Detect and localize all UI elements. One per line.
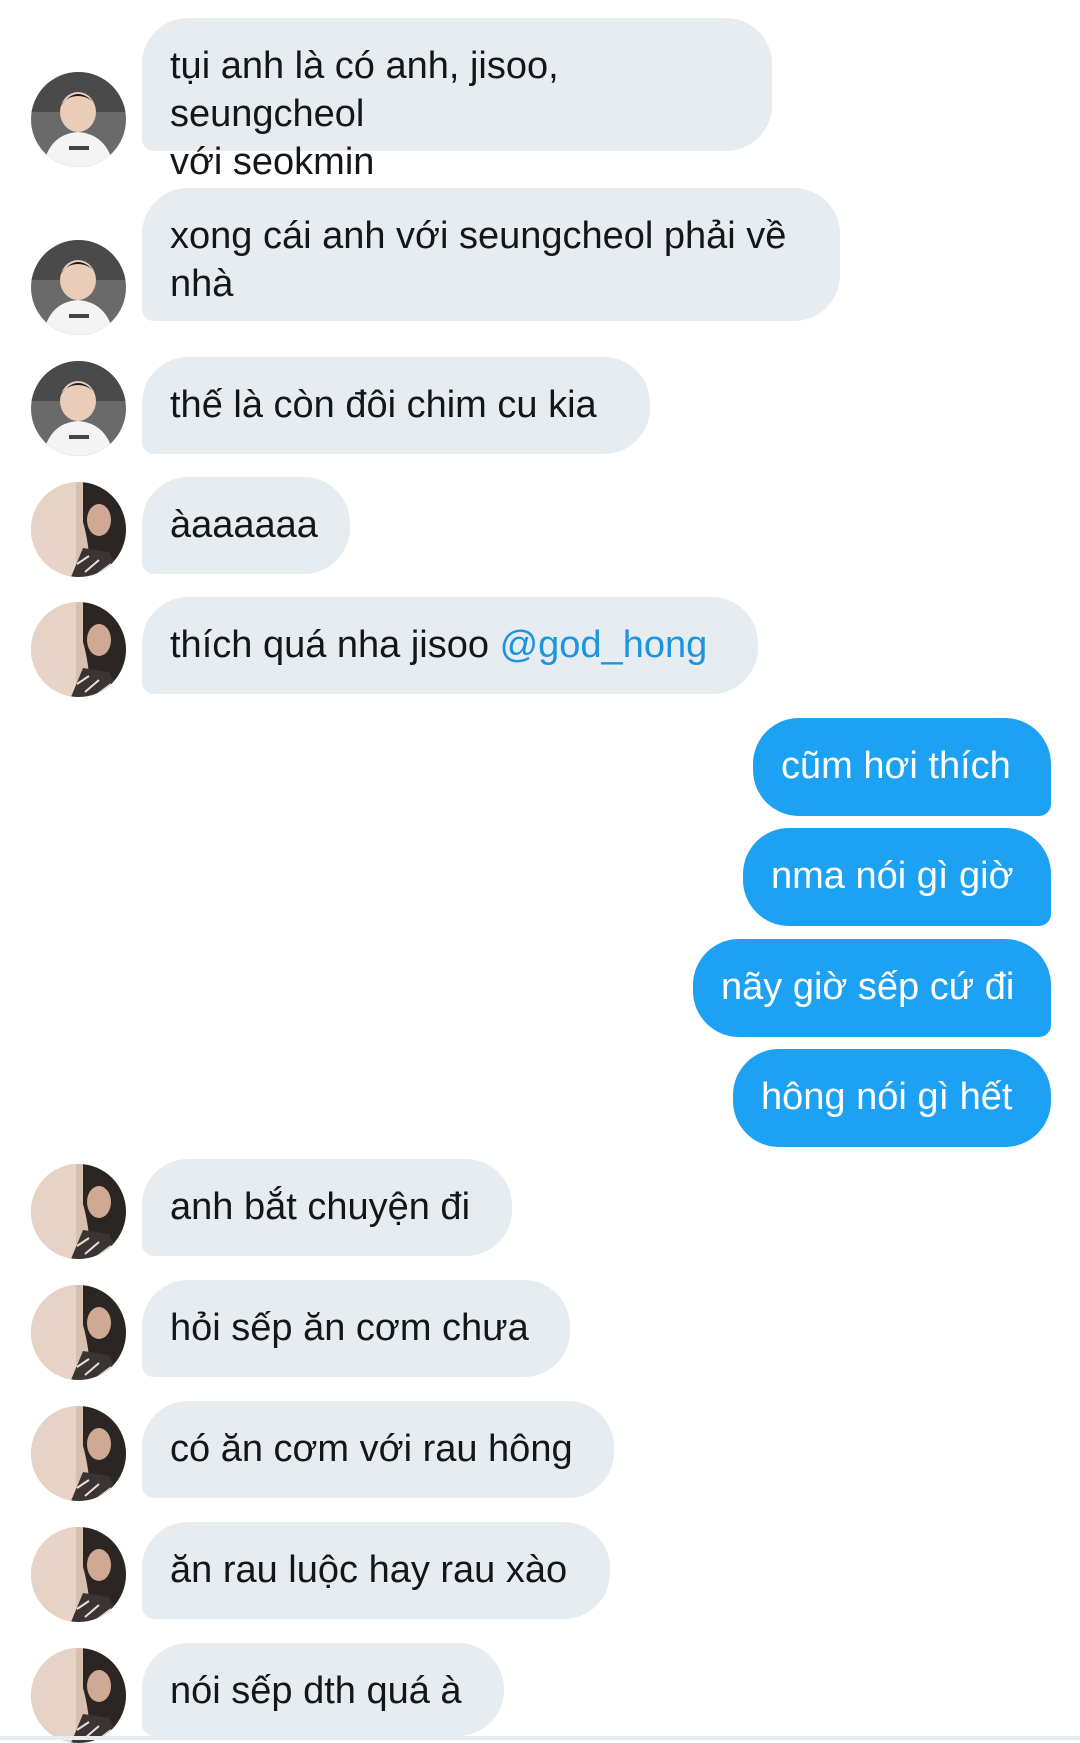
avatar-b-image — [31, 1164, 126, 1259]
avatar-a[interactable] — [31, 361, 126, 456]
avatar-a-image — [31, 240, 126, 335]
avatar-a-image — [31, 361, 126, 456]
message-bubble[interactable]: anh bắt chuyện đi — [142, 1159, 512, 1256]
avatar-b-image — [31, 1406, 126, 1501]
message-bubble[interactable]: àaaaaaa — [142, 477, 350, 574]
avatar-b-image — [31, 1648, 126, 1743]
message-text: thích quá nha jisoo — [170, 624, 500, 666]
avatar-b[interactable] — [31, 1164, 126, 1259]
bottom-divider — [0, 1736, 1080, 1740]
my-message-bubble[interactable]: nma nói gì giờ — [743, 828, 1051, 926]
message-bubble[interactable]: xong cái anh với seungcheol phải về nhà — [142, 188, 840, 321]
avatar-b[interactable] — [31, 1406, 126, 1501]
message-bubble[interactable]: hỏi sếp ăn cơm chưa — [142, 1280, 570, 1377]
avatar-a[interactable] — [31, 240, 126, 335]
avatar-b-image — [31, 482, 126, 577]
avatar-b[interactable] — [31, 1285, 126, 1380]
avatar-a[interactable] — [31, 72, 126, 167]
mention-link[interactable]: @god_hong — [500, 624, 708, 666]
avatar-b-image — [31, 1285, 126, 1380]
message-bubble[interactable]: nói sếp dth quá à — [142, 1643, 504, 1736]
my-message-bubble[interactable]: hông nói gì hết — [733, 1049, 1051, 1147]
avatar-a-image — [31, 72, 126, 167]
avatar-b[interactable] — [31, 1527, 126, 1622]
message-bubble[interactable]: có ăn cơm với rau hông — [142, 1401, 614, 1498]
message-bubble[interactable]: thích quá nha jisoo @god_hong — [142, 597, 758, 694]
message-bubble[interactable]: tụi anh là có anh, jisoo, seungcheol với… — [142, 18, 772, 183]
avatar-b[interactable] — [31, 1648, 126, 1743]
message-bubble[interactable]: thế là còn đôi chim cu kia — [142, 357, 650, 454]
avatar-b[interactable] — [31, 482, 126, 577]
message-bubble[interactable]: ăn rau luộc hay rau xào — [142, 1522, 610, 1619]
avatar-b-image — [31, 1527, 126, 1622]
my-message-bubble[interactable]: nãy giờ sếp cứ đi — [693, 939, 1051, 1037]
avatar-b-image — [31, 602, 126, 697]
my-message-bubble[interactable]: cũm hơi thích — [753, 718, 1051, 816]
avatar-b[interactable] — [31, 602, 126, 697]
